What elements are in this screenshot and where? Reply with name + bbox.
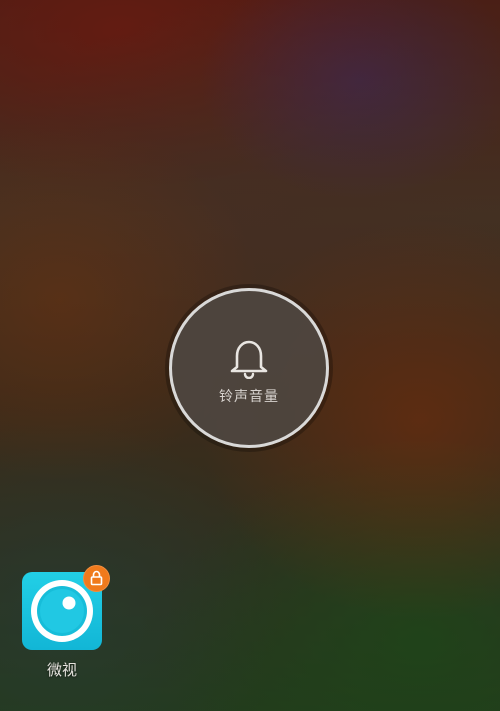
app-label-weishi: 微视 [46,661,77,679]
bell-icon [230,340,268,379]
camera-lens-icon [31,580,93,642]
volume-indicator: 铃声音量 [169,288,329,448]
lock-badge [83,565,110,592]
volume-label: 铃声音量 [219,389,279,405]
weishi-app-icon[interactable] [22,565,110,650]
lock-icon [90,570,103,586]
